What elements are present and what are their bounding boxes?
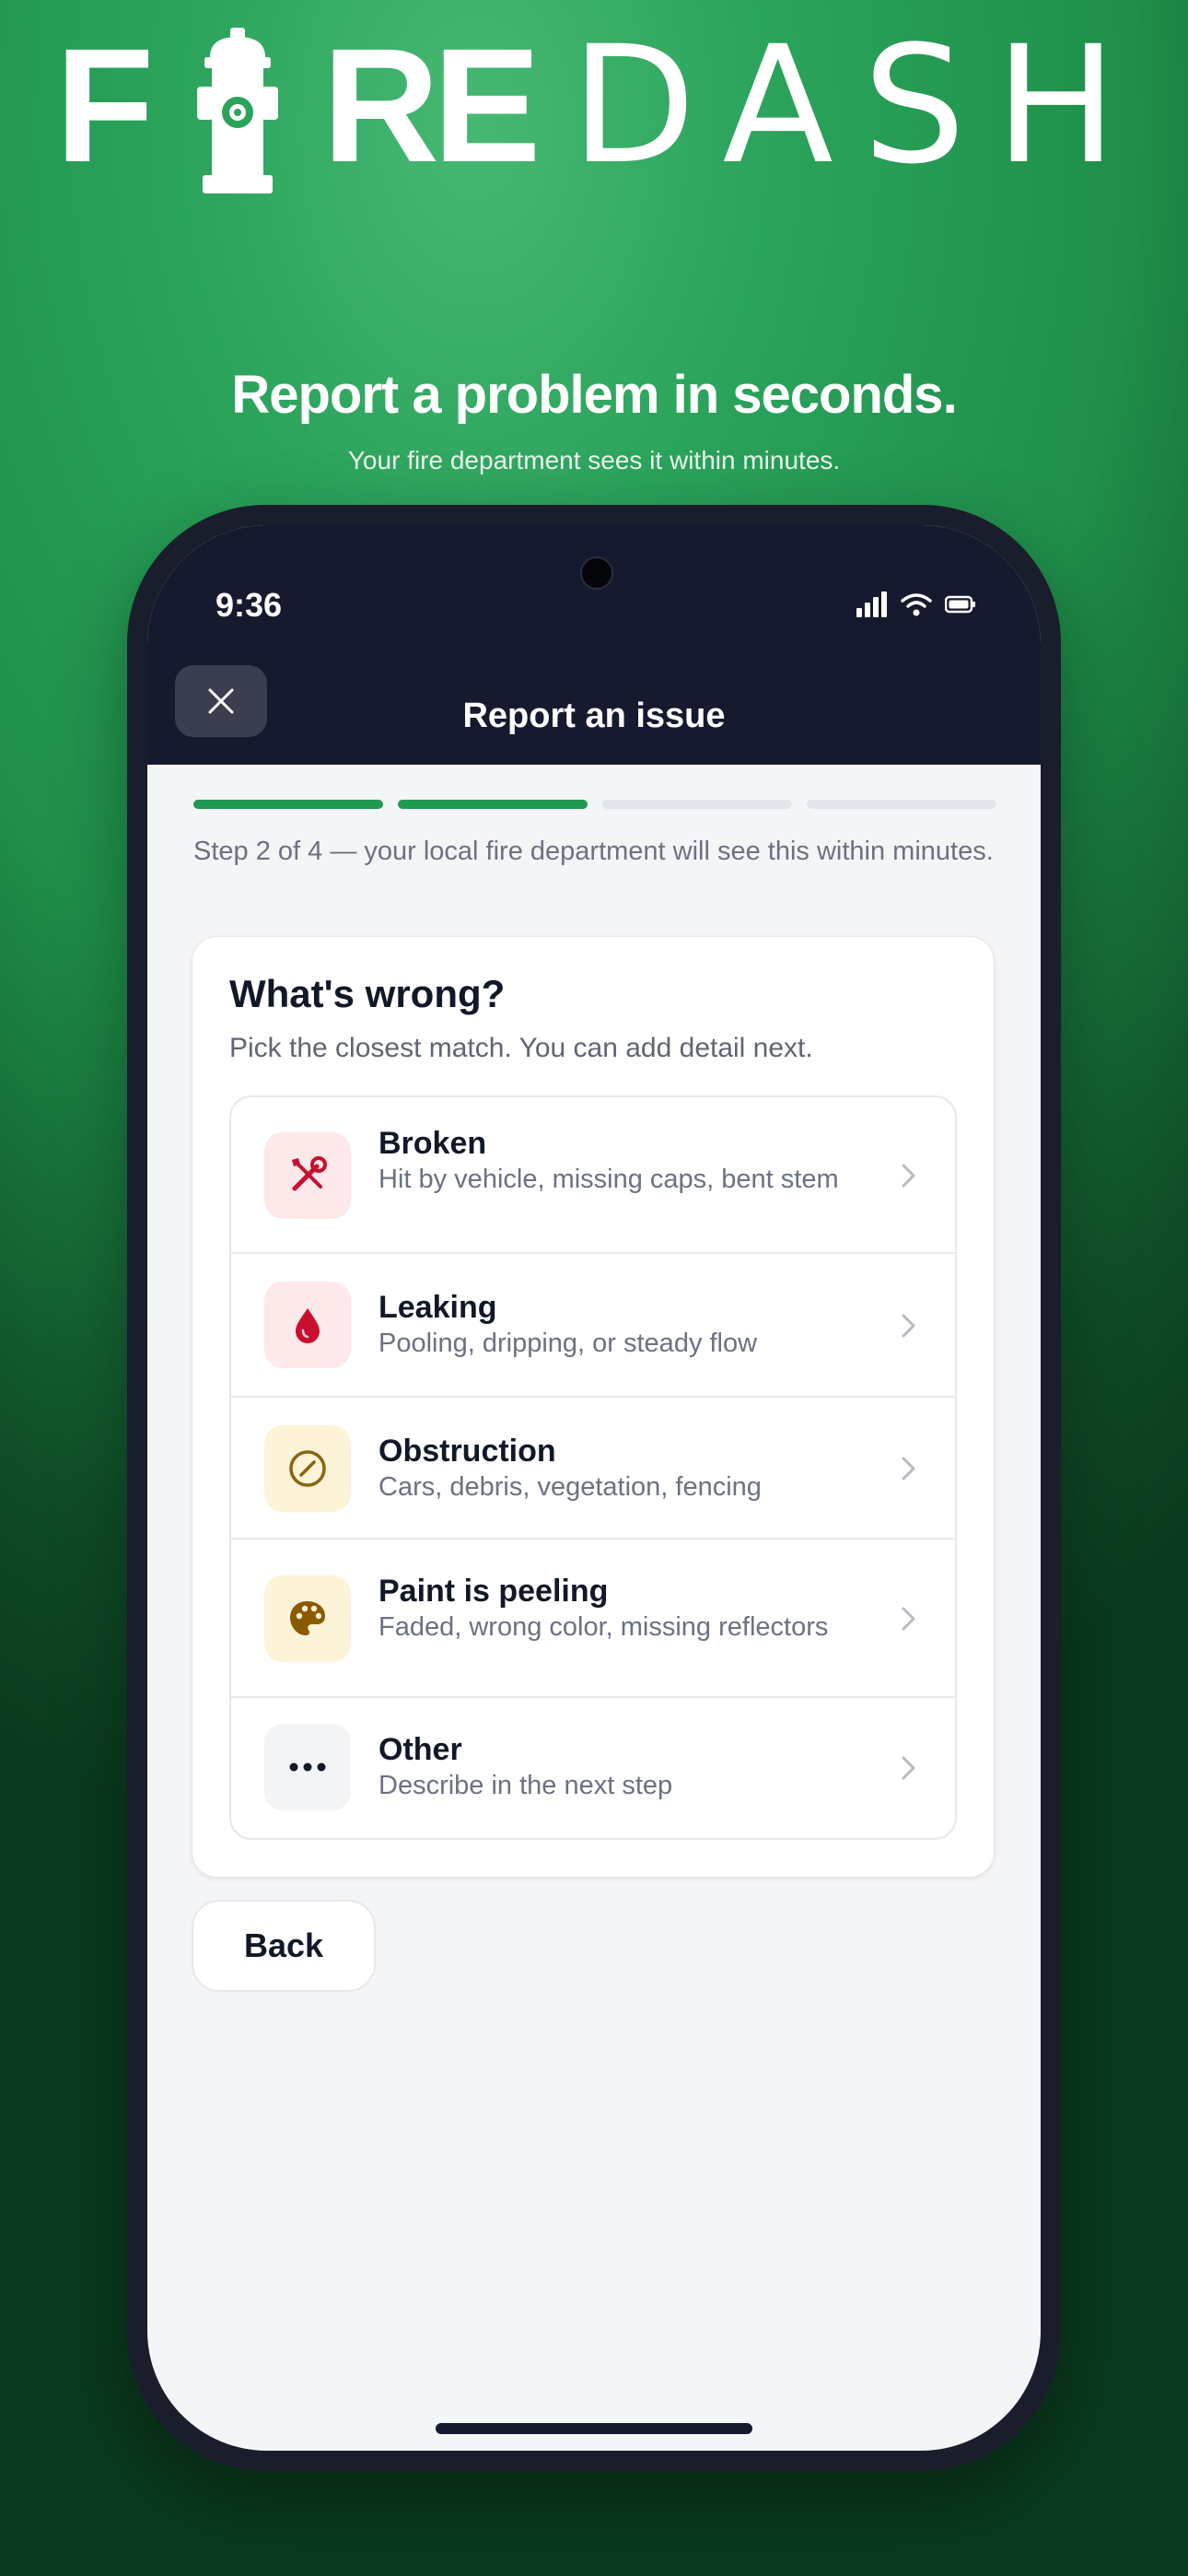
marketing-subhead: Your fire department sees it within minu…	[347, 446, 841, 474]
progress-segment	[602, 800, 792, 809]
logo-letter-f: F	[55, 16, 155, 196]
option-leaking[interactable]: Leaking Pooling, dripping, or steady flo…	[231, 1254, 955, 1398]
marketing-headline: Report a problem in seconds.	[231, 365, 957, 425]
card-subtitle: Pick the closest match. You can add deta…	[229, 1033, 813, 1063]
hydrant-icon	[197, 28, 278, 193]
option-title: Leaking	[379, 1290, 497, 1325]
back-button[interactable]: Back	[192, 1900, 376, 1992]
option-title: Other	[379, 1732, 462, 1767]
progress-segment	[398, 800, 588, 809]
droplet-icon	[296, 1308, 320, 1343]
wrench-screwdriver-icon	[292, 1156, 327, 1191]
progress-segment	[807, 800, 996, 809]
phone-frame: 9:36 Report an issue Step 2 of 4 — your …	[127, 505, 1061, 2471]
option-description: Faded, wrong color, missing reflectors	[379, 1612, 829, 1642]
option-icon-tile	[264, 1282, 351, 1368]
phone-screen: 9:36 Report an issue Step 2 of 4 — your …	[147, 525, 1041, 2451]
option-title: Obstruction	[379, 1434, 556, 1469]
chevron-right-icon	[902, 1756, 915, 1780]
logo-letter-r: R	[322, 16, 440, 196]
option-obstruction[interactable]: Obstruction Cars, debris, vegetation, fe…	[231, 1398, 955, 1540]
option-icon-tile	[264, 1425, 351, 1512]
prohibited-icon	[289, 1450, 326, 1487]
chevron-right-icon	[902, 1314, 915, 1338]
signal-icon	[856, 591, 887, 617]
chevron-right-icon	[902, 1607, 915, 1631]
logo-dash: DASH	[571, 11, 1147, 200]
palette-icon	[290, 1601, 325, 1635]
camera-cutout	[580, 556, 613, 590]
option-paint-peeling[interactable]: Paint is peeling Faded, wrong color, mis…	[231, 1540, 955, 1698]
issue-card: What's wrong? Pick the closest match. Yo…	[192, 936, 995, 1878]
option-icon-tile	[264, 1132, 351, 1219]
option-description: Describe in the next step	[379, 1771, 673, 1800]
nav-title: Report an issue	[462, 697, 726, 735]
option-other[interactable]: Other Describe in the next step	[231, 1698, 955, 1838]
status-time: 9:36	[215, 586, 283, 624]
firedash-logo: F R E DASH	[55, 16, 1142, 196]
step-text: Step 2 of 4 — your local fire department…	[193, 837, 994, 866]
chevron-right-icon	[902, 1164, 915, 1188]
top-bar: 9:36 Report an issue	[147, 525, 1041, 765]
home-indicator[interactable]	[436, 2423, 752, 2434]
card-title: What's wrong?	[229, 972, 506, 1015]
more-icon	[289, 1762, 326, 1772]
battery-icon	[945, 595, 975, 614]
wifi-icon	[901, 593, 932, 616]
option-icon-tile	[264, 1575, 351, 1662]
step-progress	[193, 800, 996, 809]
progress-segment	[193, 800, 383, 809]
chevron-right-icon	[902, 1457, 915, 1481]
option-title: Paint is peeling	[379, 1574, 609, 1609]
option-description: Cars, debris, vegetation, fencing	[379, 1472, 762, 1502]
option-icon-tile	[264, 1724, 351, 1810]
option-broken[interactable]: Broken Hit by vehicle, missing caps, ben…	[231, 1097, 955, 1254]
option-description: Hit by vehicle, missing caps, bent stem	[379, 1165, 839, 1194]
issue-options-list: Broken Hit by vehicle, missing caps, ben…	[229, 1095, 957, 1840]
logo-letter-e: E	[433, 16, 542, 196]
option-title: Broken	[379, 1126, 487, 1161]
status-icons	[856, 591, 976, 619]
option-description: Pooling, dripping, or steady flow	[379, 1329, 758, 1358]
